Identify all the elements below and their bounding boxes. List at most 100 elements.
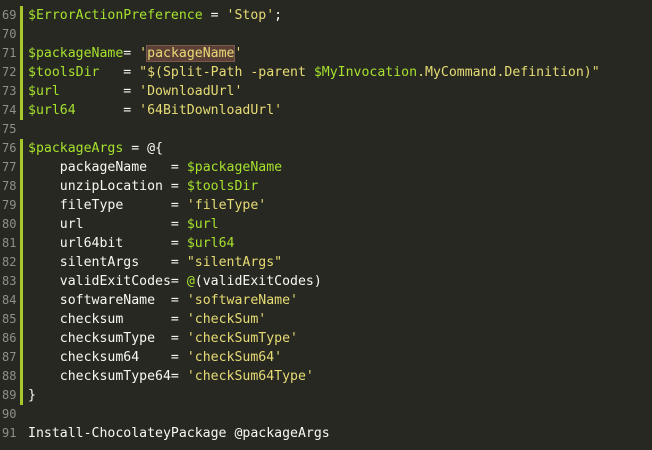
code-token: = [170,160,187,175]
code-line[interactable]: 90 [0,405,652,424]
code-token: 'softwareName' [186,293,298,308]
code-token: ; [274,8,283,23]
code-token: 'checkSum64' [186,350,283,365]
code-token: softwareName [28,293,171,308]
code-token: = [170,369,187,384]
highlighted-token: packageName [146,45,236,62]
code-token: = [170,293,187,308]
code-token: unzipLocation [28,179,171,194]
modified-line-marker [20,367,23,386]
code-token: @ [186,274,195,289]
code-line[interactable]: 70 [0,25,652,44]
code-line[interactable]: 86 checksumType = 'checkSumType' [0,329,652,348]
code-token: @{ [147,141,163,156]
code-line[interactable]: 75 [0,120,652,139]
code-text: validExitCodes= @(validExitCodes) [28,272,322,291]
code-line[interactable]: 78 unzipLocation = $toolsDir [0,177,652,196]
code-line[interactable]: 71 $packageName= 'packageName' [0,44,652,63]
code-editor[interactable]: 69 $ErrorActionPreference = 'Stop'; 70 71 $p… [0,0,652,450]
code-text: Install-ChocolateyPackage @packageArgs [28,424,330,443]
code-text: unzipLocation = $toolsDir [28,177,259,196]
line-number: 77 [2,160,17,174]
code-text: fileType = 'fileType' [28,196,266,215]
code-text: $url = 'DownloadUrl' [28,82,242,101]
code-token: 'fileType' [186,198,267,213]
code-line[interactable]: 73 $url = 'DownloadUrl' [0,82,652,101]
line-number: 85 [2,312,17,326]
modified-line-marker [20,291,23,310]
line-number: 81 [2,236,17,250]
code-line[interactable]: 77 packageName = $packageName [0,158,652,177]
code-line[interactable]: 76 $packageArgs = @{ [0,139,652,158]
code-token: = [170,331,187,346]
code-token: = [75,103,140,118]
code-token: $packageName [186,160,283,175]
code-text: checksumType = 'checkSumType' [28,329,298,348]
code-line[interactable]: 88 checksumType64= 'checkSum64Type' [0,367,652,386]
code-line[interactable]: 91 Install-ChocolateyPackage @packageArgs [0,424,652,443]
line-number: 89 [2,388,17,402]
code-token: = [170,274,187,289]
code-token: $url [28,84,60,99]
code-token: = [170,350,187,365]
code-token: checksum64 [28,350,171,365]
line-number: 88 [2,369,17,383]
code-line[interactable]: 81 url64bit = $url64 [0,234,652,253]
line-number: 73 [2,84,17,98]
code-token: = [170,312,187,327]
code-token: "silentArgs" [186,255,283,270]
code-token: '64BitDownloadUrl' [139,103,283,118]
code-token: = [99,65,140,80]
code-text: url = $url [28,215,219,234]
code-line[interactable]: 83 validExitCodes= @(validExitCodes) [0,272,652,291]
code-token: 'checkSumType' [186,331,298,346]
code-token: $url64 [186,236,235,251]
code-line[interactable]: 82 silentArgs = "silentArgs" [0,253,652,272]
modified-line-marker [20,272,23,291]
modified-line-marker [20,139,23,158]
code-token: 'DownloadUrl' [139,84,243,99]
modified-line-marker [20,25,23,44]
line-number: 90 [2,407,17,421]
code-token: $MyInvocation [313,65,418,80]
line-number: 87 [2,350,17,364]
code-token: checksumType64 [28,369,171,384]
line-number: 83 [2,274,17,288]
code-line[interactable]: 89} [0,386,652,405]
code-text: checksum = 'checkSum' [28,310,266,329]
code-line[interactable]: 74 $url64 = '64BitDownloadUrl' [0,101,652,120]
code-token: = [170,255,187,270]
code-token: 'checkSum' [186,312,267,327]
line-number: 82 [2,255,17,269]
code-token: (validExitCodes) [194,274,322,289]
code-token: 'checkSum64Type' [186,369,314,384]
code-line[interactable]: 84 softwareName = 'softwareName' [0,291,652,310]
code-token: = [170,198,187,213]
modified-line-marker [20,234,23,253]
modified-line-marker [20,158,23,177]
code-token: } [28,388,36,403]
code-token: = [170,217,187,232]
code-text: softwareName = 'softwareName' [28,291,298,310]
code-text: $toolsDir = "$(Split-Path -parent $MyInv… [28,63,600,82]
modified-line-marker [20,196,23,215]
line-number: 78 [2,179,17,193]
code-token: = [202,8,227,23]
line-number: 80 [2,217,17,231]
code-line[interactable]: 80 url = $url [0,215,652,234]
code-token: checksum [28,312,171,327]
code-text: $packageName= 'packageName' [28,44,242,63]
code-line[interactable]: 72 $toolsDir = "$(Split-Path -parent $MyI… [0,63,652,82]
code-token: $packageArgs [28,141,124,156]
code-text: } [28,386,36,405]
code-line[interactable]: 69 $ErrorActionPreference = 'Stop'; [0,6,652,25]
code-line[interactable]: 87 checksum64 = 'checkSum64' [0,348,652,367]
code-line[interactable]: 79 fileType = 'fileType' [0,196,652,215]
code-token: = [123,141,148,156]
code-token: "$(Split-Path -parent [139,65,314,80]
code-token: url64bit [28,236,171,251]
code-line[interactable]: 85 checksum = 'checkSum' [0,310,652,329]
code-token: $toolsDir [28,65,100,80]
modified-line-marker [20,6,23,25]
modified-line-marker [20,177,23,196]
